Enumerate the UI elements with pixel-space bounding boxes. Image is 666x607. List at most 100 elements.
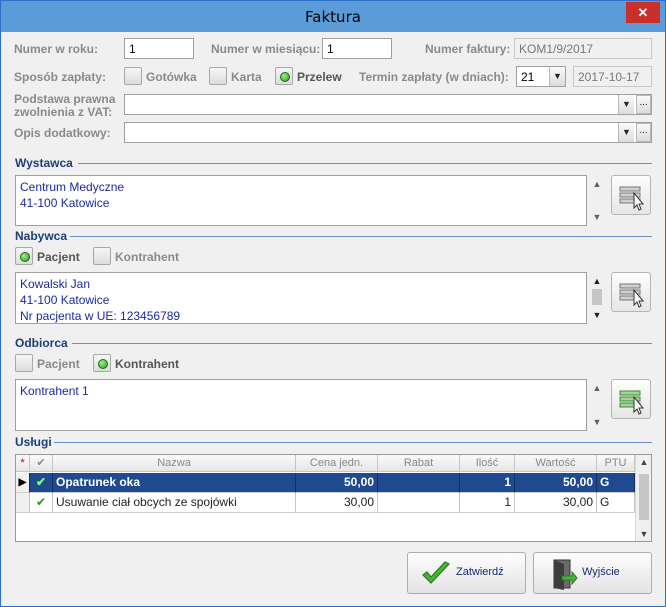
row-wartosc: 50,00 [515,473,597,493]
scroll-up-icon[interactable]: ▲ [589,274,605,288]
row-check-icon[interactable]: ✔ [30,493,53,513]
scroll-thumb[interactable] [639,474,649,520]
col-header-ptu[interactable]: PTU [597,455,635,471]
odbiorca-select-button[interactable] [611,379,651,419]
list-pointer-icon [619,390,645,415]
scroll-up-icon[interactable]: ▲ [589,177,605,191]
col-header-wartosc[interactable]: Wartość [515,455,597,471]
opis-browse-button[interactable]: ... [636,123,651,142]
nabywca-select-button[interactable] [611,272,651,312]
wyjscie-button[interactable]: Wyjście [533,552,652,594]
table-row[interactable]: ▶ ✔ Opatrunek oka 50,00 1 50,00 G [16,473,635,493]
odbiorca-memo[interactable]: Kontrahent 1 [15,379,587,431]
scroll-thumb[interactable] [592,289,602,305]
zatwierdz-label: Zatwierdź [456,566,504,578]
wyjscie-label: Wyjście [582,566,620,578]
nabywca-pacjent-label: Pacjent [37,250,80,264]
row-ptu: G [597,473,635,493]
odbiorca-divider [72,343,652,344]
col-header-cena[interactable]: Cena jedn. [296,455,378,471]
nabywca-pacjent-radio[interactable] [15,247,33,265]
dialog-body: Numer w roku: 1 Numer w miesiącu: 1 Nume… [8,32,658,600]
karta-radio[interactable] [209,67,227,85]
window-title: Faktura [305,8,361,26]
nabywca-line: Kowalski Jan [20,277,91,291]
col-header-check[interactable]: ✔ [30,455,53,471]
row-cena: 30,00 [296,493,378,513]
gotowka-radio[interactable] [124,67,142,85]
nabywca-divider [70,236,652,237]
uslugi-divider [54,442,652,443]
odbiorca-pacjent-label: Pacjent [37,357,80,371]
opis-dropdown-icon[interactable]: ▼ [618,123,634,142]
nabywca-section-title: Nabywca [15,229,68,243]
wystawca-divider [78,163,652,164]
sposob-zaplaty-label: Sposób zapłaty: [14,70,107,84]
numer-faktury-label: Numer faktury: [425,42,511,56]
scroll-up-icon[interactable]: ▲ [589,381,605,395]
wystawca-scrollbar[interactable]: ▲ ▼ [589,175,605,226]
scroll-up-icon[interactable]: ▲ [636,457,652,467]
scroll-down-icon[interactable]: ▼ [636,529,652,539]
row-ilosc: 1 [460,473,515,493]
row-wartosc: 30,00 [515,493,597,513]
row-pointer-icon: ▶ [16,473,30,493]
col-header-nazwa[interactable]: Nazwa [53,455,296,471]
nabywca-kontrahent-label: Kontrahent [115,250,179,264]
podstawa-prawna-combo[interactable] [124,94,652,115]
odbiorca-line: Kontrahent 1 [20,384,89,398]
list-pointer-icon [619,186,645,211]
table-row[interactable]: ✔ Usuwanie ciał obcych ze spojówki 30,00… [16,493,635,513]
odbiorca-scrollbar[interactable]: ▲ ▼ [589,379,605,431]
odbiorca-kontrahent-radio[interactable] [93,354,111,372]
wystawca-section-title: Wystawca [15,156,73,170]
row-ptu: G [597,493,635,513]
row-nazwa: Usuwanie ciał obcych ze spojówki [53,493,296,513]
row-cena: 50,00 [296,473,378,493]
przelew-label: Przelew [297,70,342,84]
col-header-rabat[interactable]: Rabat [378,455,460,471]
list-pointer-icon [619,283,645,308]
checkmark-icon [422,561,450,584]
opis-dodatkowy-combo[interactable] [124,122,652,143]
numer-faktury-input: KOM1/9/2017 [514,38,652,59]
opis-dodatkowy-label: Opis dodatkowy: [14,126,111,140]
scroll-down-icon[interactable]: ▼ [589,308,605,322]
title-bar: Faktura ✕ [1,1,665,32]
odbiorca-kontrahent-label: Kontrahent [115,357,179,371]
zatwierdz-button[interactable]: Zatwierdź [407,552,526,594]
numer-w-miesiacu-input[interactable]: 1 [322,38,392,59]
row-rabat [378,473,460,493]
wystawca-line: 41-100 Katowice [20,196,110,210]
nabywca-scrollbar[interactable]: ▲ ▼ [589,272,605,324]
row-check-icon[interactable]: ✔ [30,473,53,493]
exit-door-icon [553,559,578,590]
termin-dropdown-icon[interactable]: ▼ [549,67,565,86]
wystawca-memo[interactable]: Centrum Medyczne 41-100 Katowice [15,175,587,226]
przelew-radio[interactable] [275,67,293,85]
podstawa-dropdown-icon[interactable]: ▼ [618,95,634,114]
numer-w-roku-label: Numer w roku: [14,42,99,56]
nabywca-kontrahent-radio[interactable] [93,247,111,265]
row-ilosc: 1 [460,493,515,513]
scroll-down-icon[interactable]: ▼ [589,210,605,224]
termin-zaplaty-label: Termin zapłaty (w dniach): [359,70,509,84]
row-nazwa: Opatrunek oka [53,473,296,493]
col-header-ilosc[interactable]: Ilość [460,455,515,471]
services-table[interactable]: * ✔ Nazwa Cena jedn. Rabat Ilość Wartość… [15,454,652,542]
odbiorca-pacjent-radio[interactable] [15,354,33,372]
scroll-down-icon[interactable]: ▼ [589,415,605,429]
numer-w-miesiacu-label: Numer w miesiącu: [211,42,321,56]
nabywca-memo[interactable]: Kowalski Jan 41-100 Katowice Nr pacjenta… [15,272,587,324]
table-header: * ✔ Nazwa Cena jedn. Rabat Ilość Wartość… [16,455,635,472]
gotowka-label: Gotówka [146,70,197,84]
podstawa-prawna-label: Podstawa prawna [14,92,116,106]
uslugi-section-title: Usługi [15,435,52,449]
numer-w-roku-input[interactable]: 1 [124,38,194,59]
podstawa-browse-button[interactable]: ... [636,95,651,114]
table-scrollbar[interactable]: ▲ ▼ [635,455,651,541]
karta-label: Karta [231,70,262,84]
wystawca-line: Centrum Medyczne [20,180,125,194]
close-button[interactable]: ✕ [626,2,660,23]
wystawca-select-button[interactable] [611,175,651,215]
